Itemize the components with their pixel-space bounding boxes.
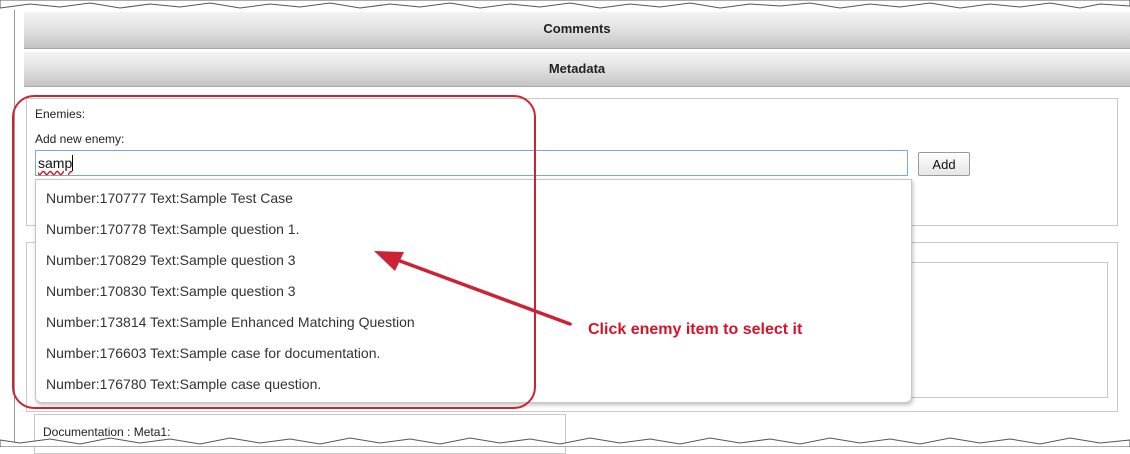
metadata-inner-box <box>892 262 1108 398</box>
comments-section-label: Comments <box>543 21 611 36</box>
annotation-callout-text: Click enemy item to select it <box>588 321 803 338</box>
suggestion-item[interactable]: Number:170778 Text:Sample question 1. <box>46 215 906 243</box>
text-caret <box>72 155 74 171</box>
suggestion-item[interactable]: Number:170830 Text:Sample question 3 <box>46 277 906 305</box>
suggestion-item[interactable]: Number:170777 Text:Sample Test Case <box>46 184 906 212</box>
documentation-box: Documentation : Meta1: <box>34 414 566 454</box>
enemies-heading: Enemies: <box>35 107 86 121</box>
suggestion-item[interactable]: Number:170829 Text:Sample question 3 <box>46 246 906 274</box>
metadata-section-header[interactable]: Metadata <box>24 52 1130 87</box>
documentation-label: Documentation : Meta1: <box>43 425 171 439</box>
enemy-search-value: samp <box>38 155 73 171</box>
comments-section-header[interactable]: Comments <box>24 12 1130 49</box>
metadata-section-label: Metadata <box>548 61 606 76</box>
enemy-suggestions-dropdown: Number:170777 Text:Sample Test Case Numb… <box>35 179 912 403</box>
add-enemy-button[interactable]: Add <box>918 152 970 176</box>
add-enemy-label: Add new enemy: <box>35 132 125 146</box>
suggestion-item[interactable]: Number:176780 Text:Sample case question. <box>46 370 906 398</box>
suggestion-item[interactable]: Number:176603 Text:Sample case for docum… <box>46 339 906 367</box>
enemy-search-input[interactable]: samp <box>35 150 908 176</box>
